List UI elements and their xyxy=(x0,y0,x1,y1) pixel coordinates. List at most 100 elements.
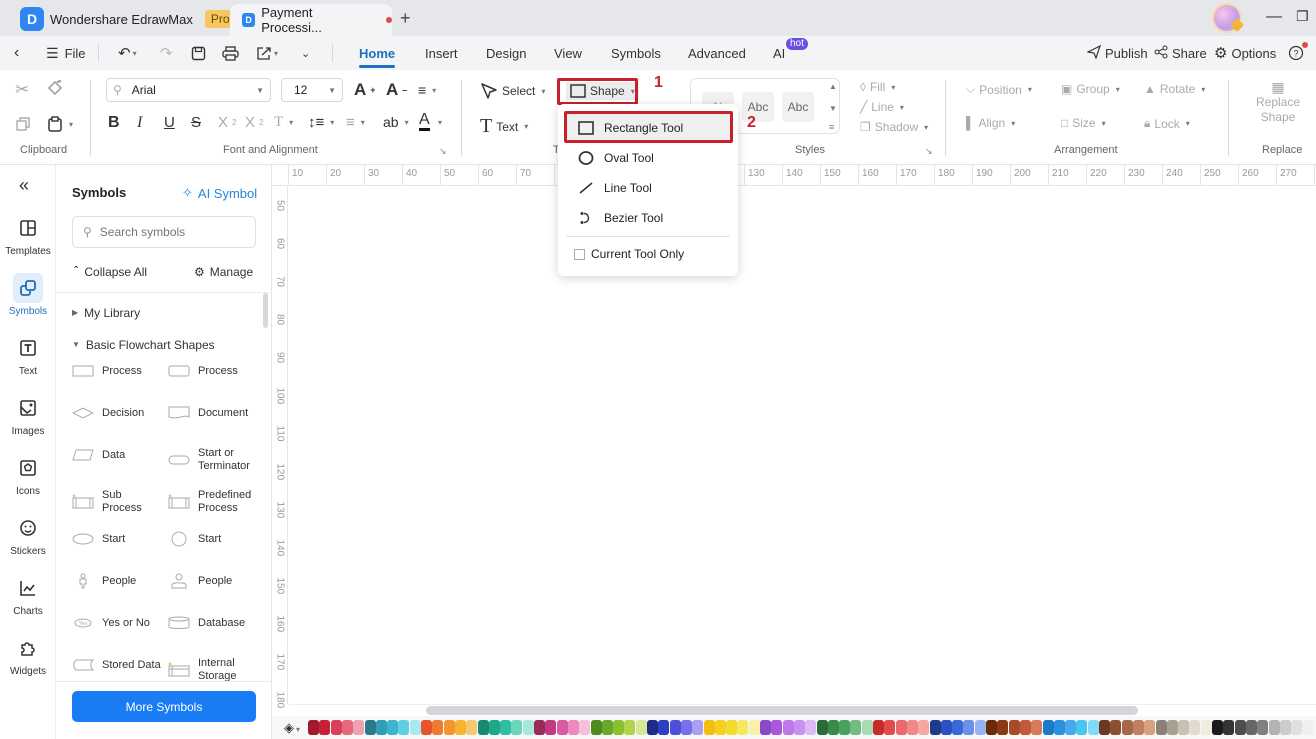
symbol-item-start-ellipse[interactable]: Start xyxy=(72,531,168,547)
color-swatch[interactable] xyxy=(726,720,738,735)
line-button[interactable]: ╱ Line ▾ xyxy=(860,100,904,114)
color-swatch[interactable] xyxy=(748,720,760,735)
color-swatch[interactable] xyxy=(1155,720,1167,735)
share-button[interactable]: Share xyxy=(1154,36,1207,70)
paste-icon[interactable]: ▾ xyxy=(47,116,73,132)
color-swatch[interactable] xyxy=(1178,720,1190,735)
symbol-item-stored-data[interactable]: Stored Data xyxy=(72,657,168,673)
color-swatch[interactable] xyxy=(929,720,941,735)
options-button[interactable]: ⚙ Options xyxy=(1214,36,1276,70)
help-icon[interactable]: ? xyxy=(1288,36,1304,70)
rotate-button[interactable]: ▲ Rotate ▾ xyxy=(1144,82,1205,96)
color-swatch[interactable] xyxy=(1279,720,1291,735)
color-swatch[interactable] xyxy=(534,720,545,735)
color-swatch[interactable] xyxy=(1245,720,1257,735)
color-swatch[interactable] xyxy=(737,720,749,735)
fill-bucket-icon[interactable]: ◈ ▾ xyxy=(284,720,300,736)
color-swatch[interactable] xyxy=(1099,720,1110,735)
color-swatch[interactable] xyxy=(579,720,591,735)
color-swatch[interactable] xyxy=(1121,720,1133,735)
color-swatch[interactable] xyxy=(330,720,342,735)
rail-item-stickers[interactable]: Stickers xyxy=(0,507,56,563)
font-size-select[interactable]: 12 ▼ xyxy=(281,78,343,102)
color-swatch[interactable] xyxy=(466,720,478,735)
align-button[interactable]: ▌ Align ▾ xyxy=(966,116,1015,130)
symbol-item-terminator[interactable]: Start or Terminator xyxy=(168,447,264,473)
menu-item-bezier-tool[interactable]: Bezier Tool xyxy=(566,204,730,232)
color-swatch[interactable] xyxy=(522,720,534,735)
font-color-icon[interactable]: A xyxy=(419,112,430,131)
group-button[interactable]: ▣ Group ▾ xyxy=(1061,82,1120,96)
color-swatch[interactable] xyxy=(1008,720,1020,735)
color-swatch[interactable] xyxy=(884,720,896,735)
color-swatch[interactable] xyxy=(1291,720,1303,735)
color-swatch[interactable] xyxy=(500,720,512,735)
color-swatch[interactable] xyxy=(805,720,817,735)
color-swatch[interactable] xyxy=(387,720,399,735)
color-swatch[interactable] xyxy=(1223,720,1235,735)
checkbox-icon[interactable] xyxy=(574,248,585,260)
color-swatch[interactable] xyxy=(760,720,771,735)
format-painter-icon[interactable] xyxy=(47,80,63,96)
text-align-icon[interactable]: ≡ ▾ xyxy=(418,82,436,98)
color-swatch[interactable] xyxy=(669,720,681,735)
gallery-up-icon[interactable]: ▲ xyxy=(829,82,837,91)
symbol-item-predefined-process[interactable]: Predefined Process xyxy=(168,489,264,515)
color-swatch[interactable] xyxy=(1019,720,1031,735)
cut-icon[interactable]: ✂ xyxy=(15,80,29,100)
symbol-search-box[interactable]: ⚲ xyxy=(72,216,256,248)
symbol-item-data[interactable]: Data xyxy=(72,447,168,463)
color-swatch[interactable] xyxy=(353,720,365,735)
collapse-panel-icon[interactable]: « xyxy=(19,175,29,196)
panel-scrollbar[interactable] xyxy=(263,293,268,328)
file-menu[interactable]: ☰ File xyxy=(46,36,86,70)
color-swatch[interactable] xyxy=(341,720,353,735)
current-tool-only-checkbox[interactable]: Current Tool Only xyxy=(566,240,730,268)
color-swatch[interactable] xyxy=(1200,720,1212,735)
color-swatch[interactable] xyxy=(1257,720,1269,735)
ai-symbol-button[interactable]: ✧ AI Symbol xyxy=(182,185,257,201)
collapse-all-button[interactable]: ⌃ Collapse All xyxy=(72,265,147,279)
color-swatch[interactable] xyxy=(1031,720,1043,735)
horizontal-scrollbar[interactable] xyxy=(426,706,1138,715)
fill-button[interactable]: ◊ Fill ▾ xyxy=(860,80,895,94)
undo-icon[interactable]: ↶ ▾ xyxy=(118,36,137,70)
rail-item-templates[interactable]: Templates xyxy=(0,207,56,263)
replace-shape-button[interactable]: ▦ Replace Shape xyxy=(1256,80,1300,124)
symbol-item-sub-process[interactable]: Sub Process xyxy=(72,489,168,515)
color-swatch[interactable] xyxy=(590,720,602,735)
color-swatch[interactable] xyxy=(1189,720,1201,735)
color-swatch[interactable] xyxy=(1302,720,1314,735)
rail-item-text[interactable]: Text xyxy=(0,327,56,383)
search-input[interactable] xyxy=(99,225,240,239)
gallery-expand-icon[interactable]: ≡ xyxy=(829,122,834,132)
styles-dialog-launcher-icon[interactable]: ↘ xyxy=(925,146,933,157)
italic-icon[interactable]: I xyxy=(137,114,142,132)
color-swatch[interactable] xyxy=(1166,720,1178,735)
symbol-item-process[interactable]: Process xyxy=(72,363,168,379)
underline-icon[interactable]: U xyxy=(164,114,175,131)
color-swatch[interactable] xyxy=(556,720,568,735)
symbol-item-yes-or-no[interactable]: Yes Yes or No xyxy=(72,615,168,631)
back-icon[interactable]: ‹ xyxy=(14,36,19,70)
color-swatch[interactable] xyxy=(1110,720,1122,735)
tab-ai[interactable]: AI xyxy=(773,36,785,70)
color-swatch[interactable] xyxy=(477,720,489,735)
publish-button[interactable]: Publish xyxy=(1086,36,1148,70)
redo-icon[interactable]: ↷ xyxy=(160,36,173,70)
font-dialog-launcher-icon[interactable]: ↘ xyxy=(439,146,447,157)
color-swatch[interactable] xyxy=(1076,720,1088,735)
color-swatch[interactable] xyxy=(963,720,975,735)
color-swatch[interactable] xyxy=(658,720,670,735)
color-swatch[interactable] xyxy=(1268,720,1280,735)
color-swatch[interactable] xyxy=(940,720,952,735)
symbol-item-start-circle[interactable]: Start xyxy=(168,531,264,547)
color-swatch[interactable] xyxy=(454,720,466,735)
more-symbols-button[interactable]: More Symbols xyxy=(72,691,256,722)
color-swatch[interactable] xyxy=(1212,720,1223,735)
gallery-down-icon[interactable]: ▼ xyxy=(829,104,837,113)
lock-button[interactable]: 🔒︎ Lock ▾ xyxy=(1144,116,1190,131)
symbol-item-document[interactable]: Document xyxy=(168,405,264,421)
color-swatch[interactable] xyxy=(635,720,647,735)
decrease-font-icon[interactable]: A – xyxy=(386,80,407,100)
